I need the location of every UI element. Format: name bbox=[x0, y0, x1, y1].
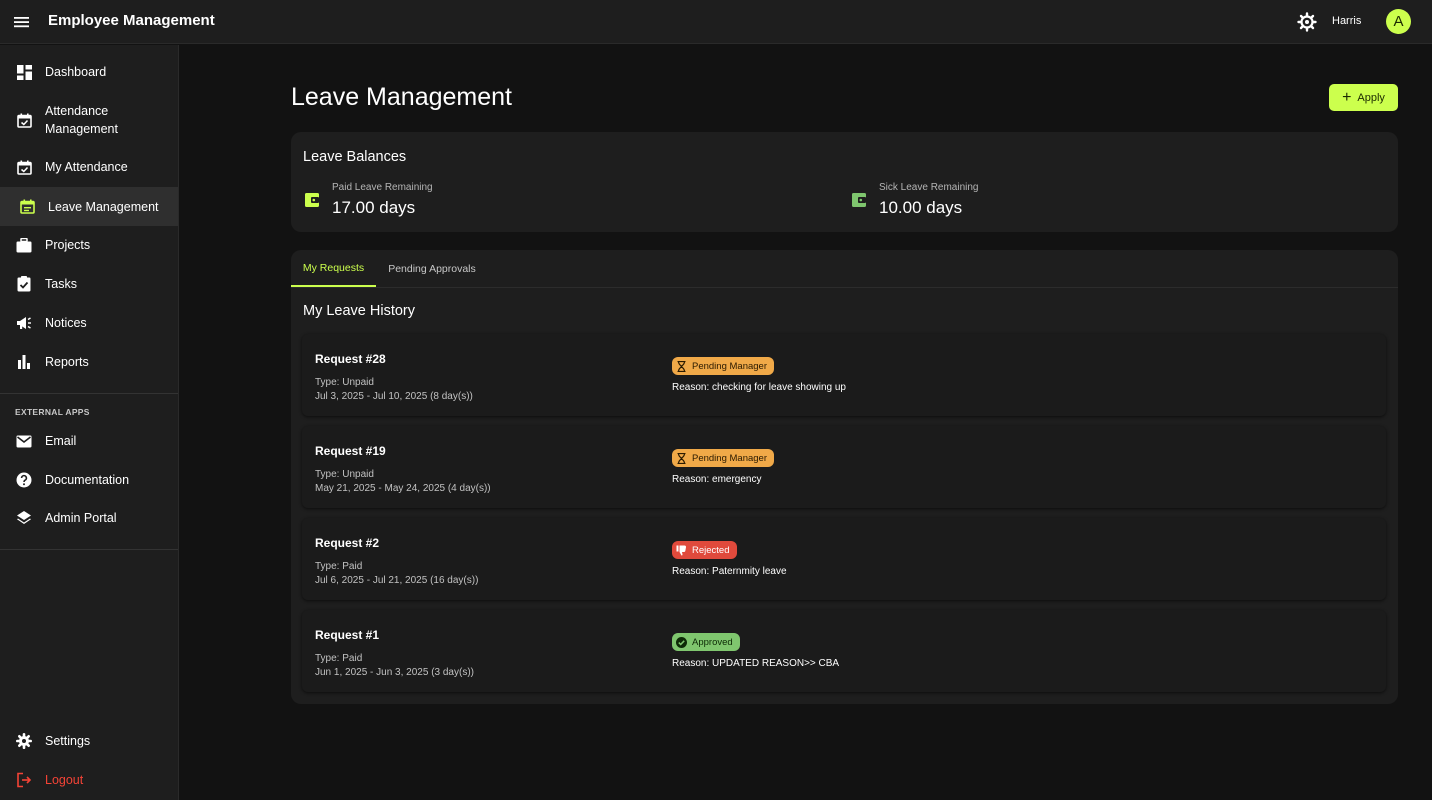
request-dates: Jul 6, 2025 - Jul 21, 2025 (16 day(s)) bbox=[315, 575, 479, 586]
request-dates: May 21, 2025 - May 24, 2025 (4 day(s)) bbox=[315, 483, 491, 494]
request-title: Request #1 bbox=[315, 628, 380, 642]
app-bar: Employee Management Harris A bbox=[0, 0, 1432, 44]
sidebar-item-label: Logout bbox=[45, 773, 84, 787]
clipboard-check-icon bbox=[15, 275, 33, 293]
layers-icon bbox=[15, 509, 33, 527]
sidebar-item-label: Admin Portal bbox=[45, 511, 117, 525]
sidebar-item-label: Dashboard bbox=[45, 65, 107, 79]
paid-leave-label: Paid Leave Remaining bbox=[332, 182, 433, 193]
sidebar-item-tasks[interactable]: Tasks bbox=[0, 274, 178, 294]
sidebar-item-dashboard[interactable]: Dashboard bbox=[0, 62, 178, 82]
request-reason: Reason: Paternmity leave bbox=[672, 566, 787, 577]
sidebar-item-leave-management[interactable]: Leave Management bbox=[0, 187, 178, 226]
hourglass-icon bbox=[676, 360, 687, 372]
page-title: Leave Management bbox=[291, 83, 512, 111]
app-title: Employee Management bbox=[48, 12, 215, 29]
apply-button-label: Apply bbox=[1357, 91, 1385, 104]
sidebar-item-notices[interactable]: Notices bbox=[0, 313, 178, 333]
request-type: Type: Paid bbox=[315, 653, 363, 664]
leave-balances-title: Leave Balances bbox=[303, 149, 407, 165]
wallet-icon bbox=[852, 193, 866, 207]
status-badge-label: Pending Manager bbox=[692, 360, 767, 372]
request-reason: Reason: emergency bbox=[672, 474, 762, 485]
sidebar-item-label: Email bbox=[45, 434, 77, 448]
request-dates: Jul 3, 2025 - Jul 10, 2025 (8 day(s)) bbox=[315, 391, 473, 402]
leave-request-card[interactable]: Request #28 Type: Unpaid Jul 3, 2025 - J… bbox=[302, 334, 1386, 416]
status-badge: Rejected bbox=[672, 541, 737, 559]
avatar[interactable]: A bbox=[1386, 9, 1411, 34]
status-badge: Pending Manager bbox=[672, 357, 774, 375]
mail-icon bbox=[15, 432, 33, 450]
calendar-check-icon bbox=[15, 158, 33, 176]
request-type: Type: Unpaid bbox=[315, 469, 374, 480]
sidebar-divider bbox=[0, 393, 178, 394]
hourglass-icon bbox=[676, 452, 687, 464]
logout-icon bbox=[15, 771, 33, 789]
leave-history-title: My Leave History bbox=[303, 303, 416, 319]
sidebar-item-label: Projects bbox=[45, 238, 91, 252]
tab-pending-approvals[interactable]: Pending Approvals bbox=[380, 250, 484, 287]
paid-leave-value: 17.00 days bbox=[332, 198, 416, 217]
tabs: My Requests Pending Approvals bbox=[291, 250, 1398, 288]
sidebar-item-attendance-management[interactable]: Attendance Management bbox=[0, 101, 178, 139]
sidebar-item-label: Attendance Management bbox=[45, 104, 118, 136]
external-apps-heading: EXTERNAL APPS bbox=[15, 407, 90, 417]
calendar-check-icon bbox=[15, 111, 33, 129]
sidebar-item-email[interactable]: Email bbox=[0, 431, 178, 451]
briefcase-icon bbox=[15, 236, 33, 254]
sidebar-item-admin-portal[interactable]: Admin Portal bbox=[0, 508, 178, 528]
sidebar-item-label: Settings bbox=[45, 734, 91, 748]
sidebar-item-label: Notices bbox=[45, 316, 87, 330]
status-badge: Approved bbox=[672, 633, 740, 651]
request-type: Type: Unpaid bbox=[315, 377, 374, 388]
check-circle-icon bbox=[676, 636, 687, 648]
sidebar-item-settings[interactable]: Settings bbox=[0, 731, 178, 751]
sidebar-item-label: Reports bbox=[45, 355, 89, 369]
calendar-note-icon bbox=[18, 198, 36, 216]
help-icon bbox=[15, 471, 33, 489]
request-dates: Jun 1, 2025 - Jun 3, 2025 (3 day(s)) bbox=[315, 667, 474, 678]
leave-history-card: My Requests Pending Approvals My Leave H… bbox=[291, 250, 1398, 704]
sidebar-divider bbox=[0, 549, 178, 550]
request-title: Request #28 bbox=[315, 352, 386, 366]
leave-request-card[interactable]: Request #19 Type: Unpaid May 21, 2025 - … bbox=[302, 426, 1386, 508]
megaphone-icon bbox=[15, 314, 33, 332]
bar-chart-icon bbox=[15, 353, 33, 371]
request-reason: Reason: UPDATED REASON>> CBA bbox=[672, 658, 840, 669]
theme-settings-icon[interactable] bbox=[1296, 11, 1318, 33]
leave-balances-card: Leave Balances Paid Leave Remaining 17.0… bbox=[291, 132, 1398, 232]
menu-icon[interactable] bbox=[12, 12, 32, 32]
request-reason: Reason: checking for leave showing up bbox=[672, 382, 846, 393]
request-title: Request #19 bbox=[315, 444, 386, 458]
sidebar: Dashboard Attendance Management My Atten… bbox=[0, 45, 179, 800]
sidebar-item-label: Documentation bbox=[45, 473, 130, 487]
status-badge: Pending Manager bbox=[672, 449, 774, 467]
thumbs-down-icon bbox=[676, 545, 687, 556]
apply-button[interactable]: + Apply bbox=[1329, 84, 1398, 111]
dashboard-icon bbox=[15, 63, 33, 81]
sidebar-item-label: Tasks bbox=[45, 277, 77, 291]
plus-icon: + bbox=[1342, 88, 1352, 106]
request-title: Request #2 bbox=[315, 536, 380, 550]
status-badge-label: Rejected bbox=[692, 544, 730, 556]
sick-leave-value: 10.00 days bbox=[879, 198, 963, 217]
sidebar-item-logout[interactable]: Logout bbox=[0, 770, 178, 790]
wallet-icon bbox=[305, 193, 319, 207]
sidebar-item-label: My Attendance bbox=[45, 160, 128, 174]
status-badge-label: Approved bbox=[692, 636, 733, 648]
sidebar-item-projects[interactable]: Projects bbox=[0, 235, 178, 255]
sidebar-item-my-attendance[interactable]: My Attendance bbox=[0, 157, 178, 177]
sidebar-item-label: Leave Management bbox=[48, 199, 159, 214]
sidebar-item-reports[interactable]: Reports bbox=[0, 352, 178, 372]
user-name[interactable]: Harris bbox=[1332, 15, 1361, 27]
tab-my-requests[interactable]: My Requests bbox=[291, 250, 376, 287]
gear-icon bbox=[15, 732, 33, 750]
request-type: Type: Paid bbox=[315, 561, 363, 572]
sidebar-item-documentation[interactable]: Documentation bbox=[0, 470, 178, 490]
status-badge-label: Pending Manager bbox=[692, 452, 767, 464]
leave-request-card[interactable]: Request #1 Type: Paid Jun 1, 2025 - Jun … bbox=[302, 610, 1386, 692]
leave-request-card[interactable]: Request #2 Type: Paid Jul 6, 2025 - Jul … bbox=[302, 518, 1386, 600]
sick-leave-label: Sick Leave Remaining bbox=[879, 182, 979, 193]
